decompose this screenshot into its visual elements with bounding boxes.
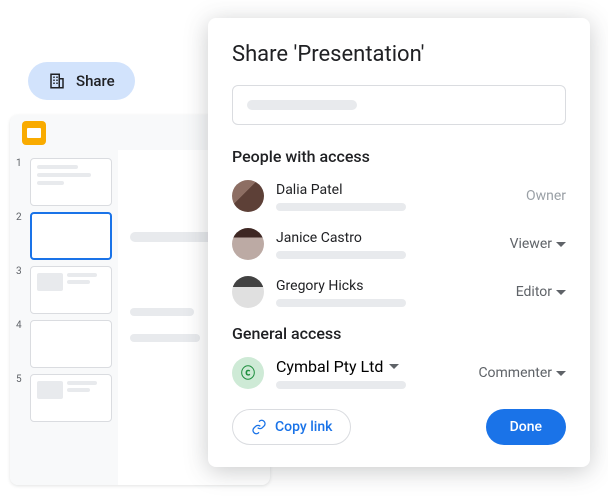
access-person-row: Dalia Patel Owner — [232, 180, 566, 212]
access-person-row: Janice Castro Viewer — [232, 228, 566, 260]
people-with-access-heading: People with access — [232, 147, 566, 166]
general-access-scope-dropdown[interactable]: Cymbal Pty Ltd — [276, 357, 466, 376]
person-email-skeleton — [276, 251, 406, 259]
slide-thumbnail[interactable] — [30, 158, 112, 206]
avatar — [232, 228, 264, 260]
role-dropdown[interactable]: Editor — [516, 284, 566, 300]
general-access-heading: General access — [232, 324, 566, 343]
slide-thumbnail[interactable] — [30, 374, 112, 422]
thumb-number: 2 — [16, 212, 26, 223]
person-email-skeleton — [276, 203, 406, 211]
thumb-number: 1 — [16, 158, 26, 169]
org-avatar-icon: ⓒ — [232, 357, 264, 389]
done-button[interactable]: Done — [486, 409, 566, 445]
copy-link-label: Copy link — [275, 419, 332, 435]
thumb-number: 4 — [16, 320, 26, 331]
person-email-skeleton — [276, 299, 406, 307]
person-name: Janice Castro — [276, 230, 498, 246]
chevron-down-icon — [556, 290, 566, 295]
avatar — [232, 276, 264, 308]
org-name: Cymbal Pty Ltd — [276, 357, 383, 376]
chevron-down-icon — [556, 242, 566, 247]
share-pill-label: Share — [76, 72, 115, 90]
dialog-title: Share 'Presentation' — [232, 42, 566, 67]
copy-link-button[interactable]: Copy link — [232, 409, 351, 445]
slide-thumbnail-selected[interactable] — [30, 212, 112, 260]
role-label-owner: Owner — [526, 188, 566, 204]
role-label: Editor — [516, 284, 552, 300]
chevron-down-icon — [389, 364, 399, 369]
slide-thumbnails-panel: 1 2 3 4 5 — [10, 150, 118, 485]
person-name: Gregory Hicks — [276, 278, 504, 294]
building-icon — [48, 72, 66, 90]
thumb-number: 5 — [16, 374, 26, 385]
role-dropdown[interactable]: Commenter — [478, 365, 566, 381]
chevron-down-icon — [556, 371, 566, 376]
general-access-row: ⓒ Cymbal Pty Ltd Commenter — [232, 357, 566, 389]
person-name: Dalia Patel — [276, 182, 514, 198]
slide-thumbnail[interactable] — [30, 266, 112, 314]
add-people-input[interactable] — [232, 85, 566, 125]
role-label: Commenter — [478, 365, 552, 381]
link-icon — [251, 419, 267, 435]
access-person-row: Gregory Hicks Editor — [232, 276, 566, 308]
slide-thumbnail[interactable] — [30, 320, 112, 368]
share-dialog: Share 'Presentation' People with access … — [208, 18, 590, 467]
role-label: Viewer — [510, 236, 552, 252]
role-dropdown[interactable]: Viewer — [510, 236, 566, 252]
thumb-number: 3 — [16, 266, 26, 277]
input-placeholder-skeleton — [247, 100, 357, 110]
org-sub-skeleton — [276, 381, 406, 389]
slides-logo-icon — [22, 121, 46, 145]
avatar — [232, 180, 264, 212]
share-pill-button[interactable]: Share — [28, 62, 135, 100]
